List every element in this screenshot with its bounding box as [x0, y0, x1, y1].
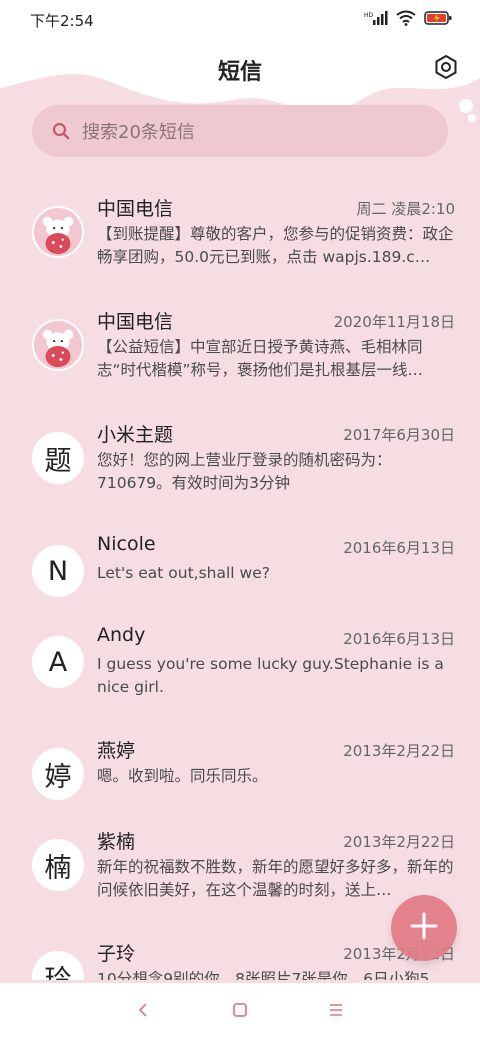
- message-date: 2020年11月18日: [333, 313, 455, 331]
- message-preview: 【到账提醒】尊敬的客户，您参与的促销资费：政企畅享团购，50.0元已到账，点击 …: [97, 225, 454, 266]
- home-button[interactable]: [232, 1002, 248, 1022]
- svg-text:HD: HD: [364, 12, 374, 19]
- settings-button[interactable]: [432, 54, 460, 84]
- avatar: N: [32, 545, 84, 597]
- avatar: 婷: [32, 748, 84, 800]
- sender-name: 子玲: [97, 943, 136, 965]
- message-item[interactable]: 婷 燕婷 2013年2月22日 嗯。收到啦。同乐同乐。: [0, 722, 480, 812]
- sender-name: 小米主题: [97, 424, 174, 446]
- wifi-icon: [396, 10, 416, 30]
- back-chevron-icon: [138, 1002, 147, 1017]
- home-square-icon: [233, 1002, 247, 1017]
- message-item[interactable]: A Andy 2016年6月13日 I guess you're some lu…: [0, 610, 480, 710]
- search-bar[interactable]: 搜索20条短信: [32, 105, 448, 157]
- message-preview: 您好！您的网上营业厅登录的随机密码为：710679。有效时间为3分钟: [97, 451, 392, 492]
- sender-name: 中国电信: [97, 198, 174, 220]
- avatar: 玲: [32, 951, 84, 980]
- bear-avatar-icon: [34, 321, 82, 369]
- sender-name: Nicole: [97, 533, 156, 555]
- status-bar: 下午2:54 HD: [0, 0, 480, 40]
- avatar: A: [32, 636, 84, 688]
- hexagon-gear-icon: [433, 54, 459, 84]
- app-header: 短信: [0, 40, 480, 100]
- sender-name: 紫楠: [97, 831, 136, 853]
- recents-button[interactable]: [328, 1002, 344, 1022]
- sender-name: 中国电信: [97, 311, 174, 333]
- plus-icon: [409, 911, 439, 945]
- sender-name: 燕婷: [97, 740, 136, 762]
- message-item[interactable]: 中国电信 周二 凌晨2:10 【到账提醒】尊敬的客户，您参与的促销资费：政企畅享…: [0, 180, 480, 290]
- avatar: [32, 319, 84, 371]
- status-icons: HD: [364, 10, 452, 30]
- message-preview: Let's eat out,shall we?: [97, 564, 270, 582]
- search-placeholder: 搜索20条短信: [82, 122, 195, 143]
- message-date: 2016年6月13日: [343, 539, 455, 557]
- message-list[interactable]: 中国电信 周二 凌晨2:10 【到账提醒】尊敬的客户，您参与的促销资费：政企畅享…: [0, 180, 480, 980]
- message-date: 2013年2月22日: [343, 742, 455, 760]
- message-preview: 10分想念9别的你，8张照片7张是你，6日小狗5…: [97, 970, 446, 980]
- message-preview: 嗯。收到啦。同乐同乐。: [97, 767, 268, 785]
- message-item[interactable]: N Nicole 2016年6月13日 Let's eat out,shall …: [0, 519, 480, 609]
- page-title: 短信: [217, 60, 262, 85]
- message-date: 2017年6月30日: [343, 426, 455, 444]
- menu-lines-icon: [330, 1003, 342, 1016]
- avatar: [32, 206, 84, 258]
- sender-name: Andy: [97, 624, 146, 646]
- message-preview: 新年的祝福数不胜数，新年的愿望好多好多，新年的问候依旧美好，在这个温馨的时刻，送…: [97, 858, 454, 899]
- avatar: 题: [32, 432, 84, 484]
- back-button[interactable]: [136, 1002, 152, 1022]
- new-message-button[interactable]: [391, 895, 457, 961]
- message-item[interactable]: 中国电信 2020年11月18日 【公益短信】中宣部近日授予黄诗燕、毛相林同志“…: [0, 293, 480, 403]
- signal-icon: HD: [364, 10, 388, 30]
- battery-icon: [424, 10, 452, 30]
- system-nav-bar: [0, 983, 480, 1040]
- message-preview: I guess you're some lucky guy.Stephanie …: [97, 655, 444, 696]
- search-icon: [52, 122, 70, 140]
- bear-avatar-icon: [34, 208, 82, 256]
- avatar: 楠: [32, 839, 84, 891]
- message-date: 2016年6月13日: [343, 630, 455, 648]
- message-date: 2013年2月22日: [343, 833, 455, 851]
- message-item[interactable]: 题 小米主题 2017年6月30日 您好！您的网上营业厅登录的随机密码为：710…: [0, 406, 480, 516]
- message-preview: 【公益短信】中宣部近日授予黄诗燕、毛相林同志“时代楷模”称号，褒扬他们是扎根基层…: [97, 338, 424, 379]
- status-time: 下午2:54: [30, 11, 94, 30]
- message-date: 周二 凌晨2:10: [356, 200, 455, 218]
